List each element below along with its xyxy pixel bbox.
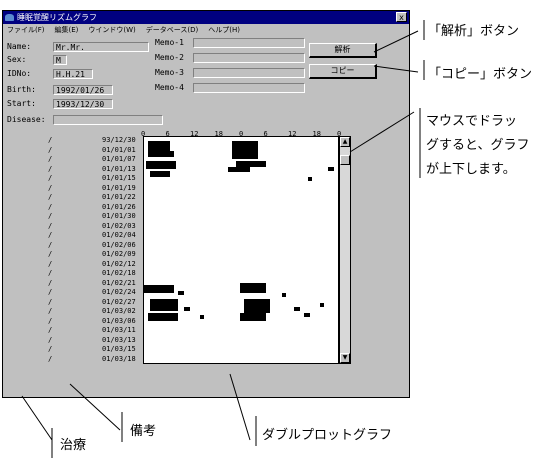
copy-annotation: 「コピー」ボタン (428, 67, 533, 82)
drag-annotation-3: が上下します。 (426, 162, 516, 177)
drag-annotation-1: マウスでドラッ (426, 114, 518, 129)
analyze-annotation: 「解析」ボタン (428, 24, 520, 39)
treatment-annotation: 治療 (60, 438, 87, 453)
drag-annotation-2: グすると、グラフ (426, 138, 530, 153)
remarks-annotation: 備考 (130, 424, 157, 439)
double-plot-annotation: ダブルプロットグラフ (262, 428, 393, 443)
